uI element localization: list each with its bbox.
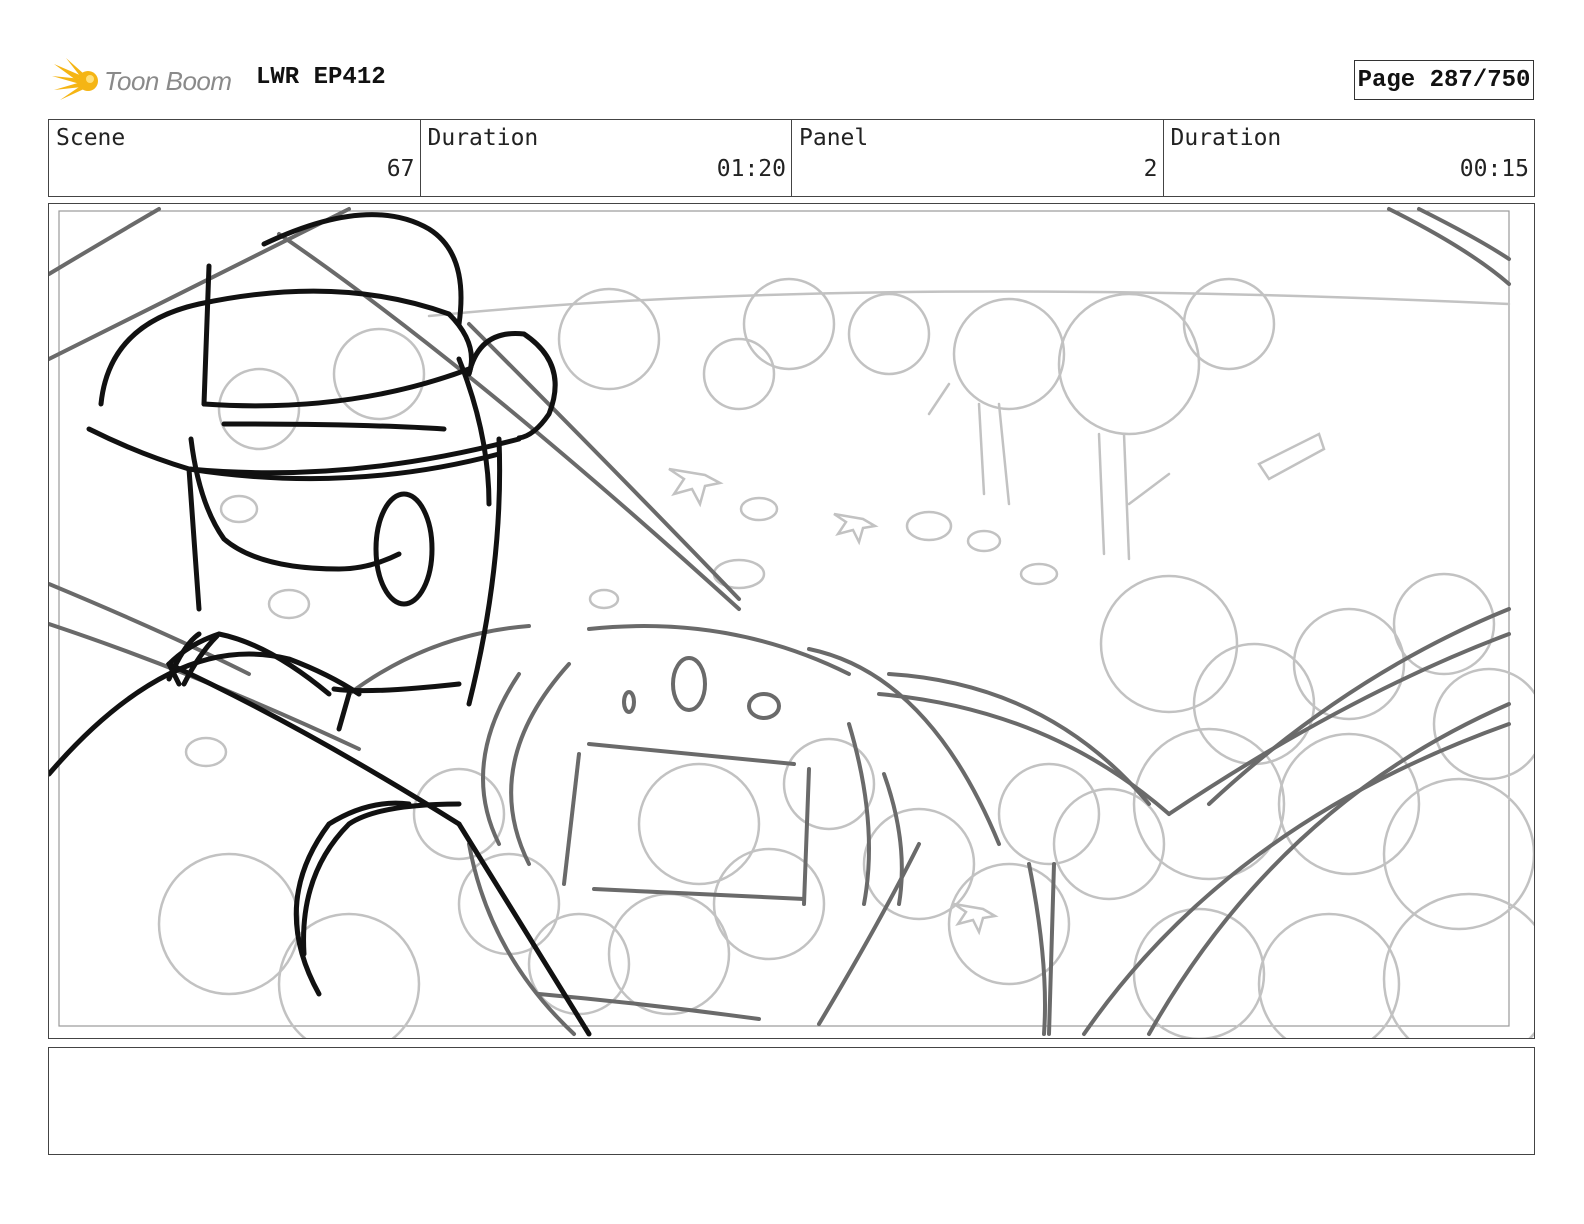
notes-box xyxy=(48,1047,1535,1155)
panel-value: 2 xyxy=(1143,156,1158,182)
storyboard-panel xyxy=(48,203,1535,1039)
sun-logo-icon xyxy=(52,58,98,100)
storyboard-sketch xyxy=(49,207,1534,1038)
toon-boom-logo: Toon Boom xyxy=(52,54,238,106)
panel-duration-label: Duration xyxy=(1170,125,1282,151)
panel-duration-cell: Duration 00:15 xyxy=(1164,120,1535,196)
panel-cell: Panel 2 xyxy=(792,120,1164,196)
scene-duration-cell: Duration 01:20 xyxy=(421,120,792,196)
scene-cell: Scene 67 xyxy=(49,120,421,196)
logo-wordmark: Toon Boom xyxy=(104,66,232,96)
panel-duration-value: 00:15 xyxy=(1459,156,1529,182)
info-table: Scene 67 Duration 01:20 Panel 2 Duration… xyxy=(48,119,1535,197)
page-number: Page 287/750 xyxy=(1354,60,1534,100)
scene-value: 67 xyxy=(386,156,415,182)
scene-duration-value: 01:20 xyxy=(716,156,786,182)
project-title: LWR EP412 xyxy=(256,64,386,91)
panel-label: Panel xyxy=(799,125,869,151)
scene-label: Scene xyxy=(56,125,126,151)
scene-duration-label: Duration xyxy=(427,125,539,151)
